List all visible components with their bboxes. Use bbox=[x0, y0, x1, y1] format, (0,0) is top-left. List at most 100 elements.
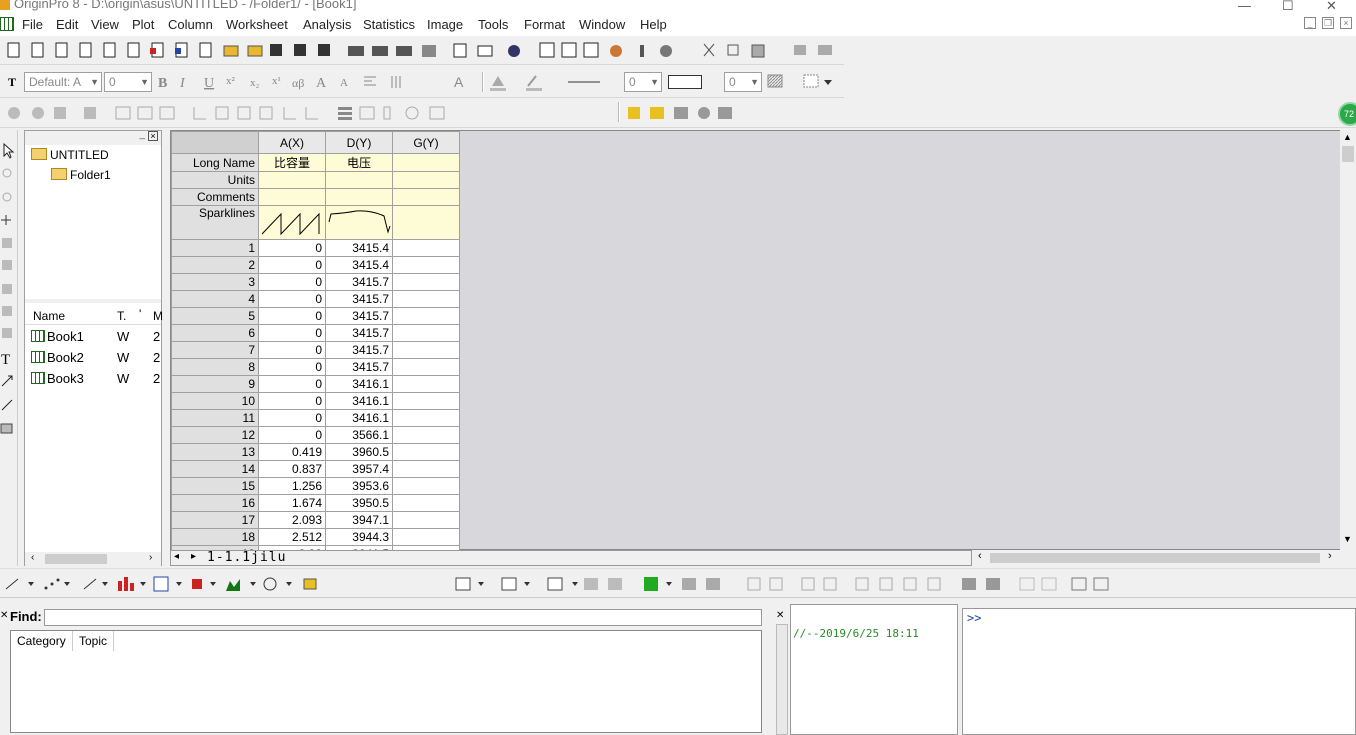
cell-d[interactable]: 3415.7 bbox=[325, 341, 393, 359]
row-number[interactable]: 6 bbox=[171, 324, 259, 342]
sparkline-cell[interactable] bbox=[258, 205, 326, 240]
plot-type-icons[interactable] bbox=[4, 575, 324, 593]
cell-g[interactable] bbox=[392, 426, 460, 444]
cell-d[interactable]: 3415.7 bbox=[325, 358, 393, 376]
cell-g[interactable] bbox=[392, 256, 460, 274]
row-number[interactable]: 4 bbox=[171, 290, 259, 308]
cell-g[interactable] bbox=[392, 477, 460, 495]
close-button[interactable]: ✕ bbox=[1326, 0, 1337, 14]
menu-view[interactable]: View bbox=[91, 17, 119, 32]
cell-g[interactable] bbox=[392, 341, 460, 359]
menu-help[interactable]: Help bbox=[640, 17, 667, 32]
cell-d[interactable]: 3416.1 bbox=[325, 409, 393, 427]
cell-a[interactable]: 0 bbox=[258, 375, 326, 393]
hscroll-right-icon[interactable]: › bbox=[1328, 550, 1332, 562]
list-item[interactable]: Book1 W 2 bbox=[31, 329, 161, 347]
row-number[interactable]: 2 bbox=[171, 256, 259, 274]
cell-a[interactable]: 0 bbox=[258, 409, 326, 427]
menu-window[interactable]: Window bbox=[579, 17, 625, 32]
worksheet-grid[interactable]: A(X) D(Y) G(Y) Long Name 比容量 电压 Units Co… bbox=[171, 131, 460, 563]
menu-worksheet[interactable]: Worksheet bbox=[226, 17, 288, 32]
cell-g[interactable] bbox=[392, 409, 460, 427]
explorer-splitter[interactable] bbox=[25, 299, 161, 303]
row-number[interactable]: 18 bbox=[171, 528, 259, 546]
font-size-combo[interactable]: 0 ▼ bbox=[104, 72, 152, 92]
mdi-minimize-icon[interactable]: _ bbox=[1304, 17, 1316, 29]
scroll-up-icon[interactable]: ▲ bbox=[1343, 132, 1352, 142]
cell-d[interactable]: 3960.5 bbox=[325, 443, 393, 461]
cell-d[interactable]: 3957.4 bbox=[325, 460, 393, 478]
command-window[interactable]: >> bbox=[962, 608, 1356, 735]
standard-toolbar-icons[interactable] bbox=[4, 42, 844, 60]
row-label[interactable]: Comments bbox=[171, 188, 259, 206]
cell-a[interactable]: 0 bbox=[258, 341, 326, 359]
cell-g[interactable] bbox=[392, 511, 460, 529]
cell-d[interactable]: 3415.7 bbox=[325, 324, 393, 342]
text-format-icons[interactable]: BI Ux² x₂ x¹ αβ A A A bbox=[156, 72, 486, 92]
workbook-hscroll[interactable]: ‹ › bbox=[976, 550, 1342, 566]
explorer-close-icon[interactable]: × bbox=[148, 131, 158, 141]
tree-root[interactable]: UNTITLED bbox=[31, 148, 109, 162]
comments-cell[interactable] bbox=[258, 188, 326, 206]
menu-statistics[interactable]: Statistics bbox=[363, 17, 415, 32]
maximize-button[interactable]: ☐ bbox=[1282, 0, 1294, 14]
menu-format[interactable]: Format bbox=[524, 17, 565, 32]
column-header[interactable]: D(Y) bbox=[325, 131, 393, 154]
units-cell[interactable] bbox=[392, 171, 460, 189]
notes-box[interactable]: //--2019/6/25 18:11 bbox=[790, 604, 958, 735]
col-modified[interactable]: M bbox=[153, 309, 163, 323]
scroll-thumb[interactable] bbox=[45, 554, 107, 564]
tab-topic[interactable]: Topic bbox=[73, 631, 115, 651]
cell-g[interactable] bbox=[392, 392, 460, 410]
column-header[interactable]: A(X) bbox=[258, 131, 326, 154]
row-number[interactable]: 17 bbox=[171, 511, 259, 529]
mdi-restore-icon[interactable]: ❐ bbox=[1322, 17, 1334, 29]
cell-g[interactable] bbox=[392, 358, 460, 376]
scroll-right-icon[interactable]: › bbox=[149, 552, 152, 563]
units-cell[interactable] bbox=[325, 171, 393, 189]
menu-file[interactable]: File bbox=[22, 17, 43, 32]
row-label[interactable]: Long Name bbox=[171, 153, 259, 172]
cell-g[interactable] bbox=[392, 460, 460, 478]
cell-g[interactable] bbox=[392, 307, 460, 325]
pattern-icons[interactable] bbox=[766, 72, 842, 92]
col-type[interactable]: T. bbox=[117, 309, 126, 323]
long-name-cell[interactable]: 电压 bbox=[325, 153, 393, 172]
menu-tools[interactable]: Tools bbox=[478, 17, 508, 32]
cell-d[interactable]: 3944.3 bbox=[325, 528, 393, 546]
cell-g[interactable] bbox=[392, 290, 460, 308]
menu-column[interactable]: Column bbox=[168, 17, 213, 32]
cell-d[interactable]: 3947.1 bbox=[325, 511, 393, 529]
cell-a[interactable]: 0 bbox=[258, 307, 326, 325]
vscroll-thumb[interactable] bbox=[1342, 146, 1354, 162]
cell-a[interactable]: 0 bbox=[258, 358, 326, 376]
mask-toolbar-icons[interactable] bbox=[624, 104, 744, 122]
col-view[interactable]: ' bbox=[139, 307, 141, 321]
cell-a[interactable]: 0 bbox=[258, 324, 326, 342]
units-cell[interactable] bbox=[258, 171, 326, 189]
cell-a[interactable]: 2.512 bbox=[258, 528, 326, 546]
row-label[interactable]: Units bbox=[171, 171, 259, 189]
border-width-combo[interactable]: 0 ▼ bbox=[724, 72, 762, 92]
menu-image[interactable]: Image bbox=[427, 17, 463, 32]
corner-cell[interactable] bbox=[171, 131, 259, 154]
cell-a[interactable]: 0.837 bbox=[258, 460, 326, 478]
cell-g[interactable] bbox=[392, 239, 460, 257]
color-swatch[interactable] bbox=[668, 75, 702, 89]
row-number[interactable]: 12 bbox=[171, 426, 259, 444]
hscroll-left-icon[interactable]: ‹ bbox=[978, 550, 982, 562]
tools-icons[interactable]: T bbox=[0, 130, 18, 440]
list-item[interactable]: Book3 W 2 bbox=[31, 371, 161, 389]
notes-close-icon[interactable]: ✕ bbox=[776, 610, 784, 621]
cell-a[interactable]: 1.674 bbox=[258, 494, 326, 512]
sheet-tab[interactable]: 1-1.1jilu bbox=[207, 550, 286, 565]
row-number[interactable]: 16 bbox=[171, 494, 259, 512]
cell-d[interactable]: 3415.4 bbox=[325, 239, 393, 257]
row-number[interactable]: 9 bbox=[171, 375, 259, 393]
explorer-pin-icon[interactable]: _ bbox=[139, 129, 145, 140]
comments-cell[interactable] bbox=[325, 188, 393, 206]
menu-plot[interactable]: Plot bbox=[132, 17, 154, 32]
tab-next-icon[interactable]: ▸ bbox=[191, 551, 196, 562]
workbook-vscroll[interactable]: ▲ ▼ bbox=[1340, 130, 1356, 550]
hscroll-thumb[interactable] bbox=[990, 553, 1320, 563]
